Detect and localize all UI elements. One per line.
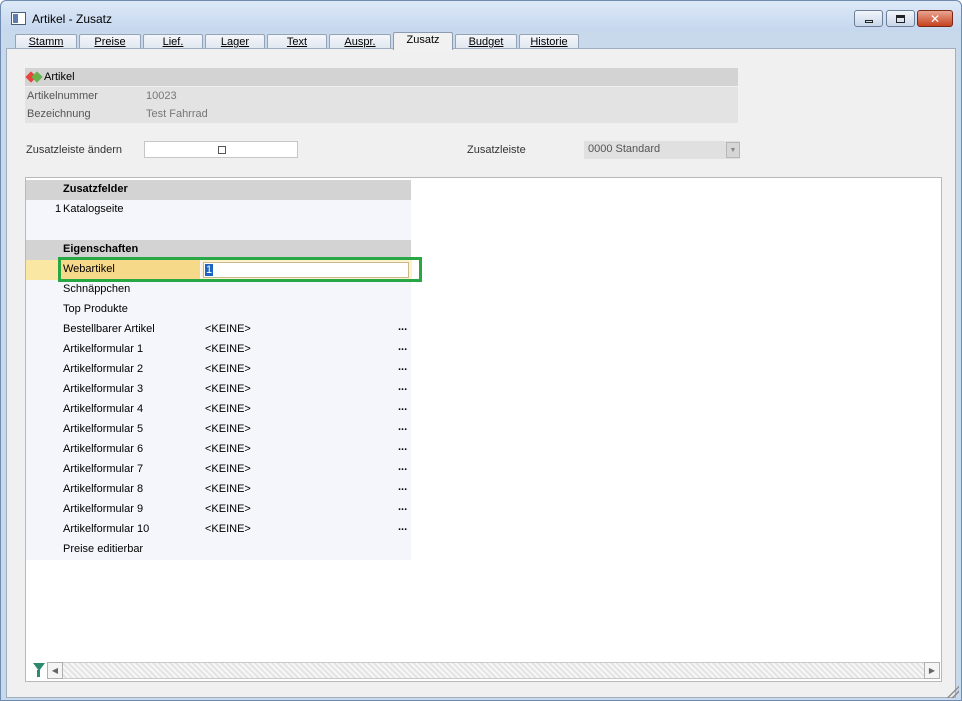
row-name: Katalogseite — [63, 203, 124, 215]
ellipsis-button[interactable]: ... — [398, 401, 407, 413]
grid-row[interactable]: Artikelformular 10 <KEINE> ... — [26, 520, 411, 540]
ellipsis-button[interactable]: ... — [398, 341, 407, 353]
zusatzleiste-aendern-checkbox[interactable] — [218, 146, 226, 154]
grid-row[interactable]: Artikelformular 8 <KEINE> ... — [26, 480, 411, 500]
grid-row[interactable]: Artikelformular 2 <KEINE> ... — [26, 360, 411, 380]
title-bar[interactable]: Artikel - Zusatz ✕ — [1, 1, 961, 31]
app-window: Artikel - Zusatz ✕ Stamm Preise Lief. La… — [0, 0, 962, 701]
zusatzleiste-value: 0000 Standard — [588, 143, 661, 155]
row-value: <KEINE> — [205, 503, 251, 515]
group-header-zusatzfelder[interactable]: Zusatzfelder — [26, 180, 411, 200]
resize-grip-icon[interactable] — [945, 684, 959, 698]
row-name: Artikelformular 7 — [63, 463, 144, 475]
horizontal-scrollbar[interactable]: ◀ ▶ — [47, 662, 940, 679]
close-button[interactable]: ✕ — [917, 10, 953, 27]
artikelnummer-label: Artikelnummer — [27, 90, 98, 102]
zusatzleiste-label: Zusatzleiste — [467, 144, 526, 156]
grid-row[interactable]: Artikelformular 4 <KEINE> ... — [26, 400, 411, 420]
row-value: <KEINE> — [205, 423, 251, 435]
row-name: Preise editierbar — [63, 543, 144, 555]
row-name: Top Produkte — [63, 303, 128, 315]
grid-row[interactable]: Preise editierbar — [26, 540, 411, 560]
row-name: Artikelformular 10 — [63, 523, 150, 535]
row-name: Artikelformular 9 — [63, 503, 144, 515]
row-value: <KEINE> — [205, 383, 251, 395]
ellipsis-button[interactable]: ... — [398, 361, 407, 373]
close-icon: ✕ — [929, 11, 941, 26]
row-value: <KEINE> — [205, 343, 251, 355]
grid-row[interactable]: Artikelformular 7 <KEINE> ... — [26, 460, 411, 480]
property-grid: Zusatzfelder 1 Katalogseite Eigenschafte… — [25, 177, 942, 682]
row-value: <KEINE> — [205, 443, 251, 455]
grid-row-selected[interactable]: Webartikel 1 — [26, 260, 412, 280]
grid-row[interactable]: Schnäppchen — [26, 280, 411, 300]
ellipsis-button[interactable]: ... — [398, 421, 407, 433]
dropdown-arrow-icon[interactable]: ▼ — [726, 142, 740, 158]
artikelnummer-row: Artikelnummer 10023 — [25, 87, 738, 105]
grid-row[interactable]: Artikelformular 6 <KEINE> ... — [26, 440, 411, 460]
row-name: Artikelformular 3 — [63, 383, 144, 395]
row-name: Artikelformular 1 — [63, 343, 144, 355]
row-name: Schnäppchen — [63, 283, 131, 295]
row-value: <KEINE> — [205, 523, 251, 535]
artikel-section-title: Artikel — [44, 71, 75, 83]
row-value: <KEINE> — [205, 463, 251, 475]
artikel-hearts-icon — [27, 71, 42, 84]
app-window-icon — [11, 12, 26, 25]
row-value: <KEINE> — [205, 323, 251, 335]
row-name: Artikelformular 6 — [63, 443, 144, 455]
selected-text: 1 — [205, 264, 214, 276]
artikelnummer-value: 10023 — [146, 90, 177, 102]
tab-content-zusatz: Artikel Artikelnummer 10023 Bezeichnung … — [6, 48, 956, 698]
row-value: <KEINE> — [205, 363, 251, 375]
grid-row[interactable]: Top Produkte — [26, 300, 411, 320]
artikel-section-header: Artikel — [25, 68, 738, 86]
row-name: Artikelformular 2 — [63, 363, 144, 375]
zusatzleiste-aendern-label: Zusatzleiste ändern — [26, 144, 122, 156]
filter-icon[interactable] — [33, 663, 45, 678]
ellipsis-button[interactable]: ... — [398, 441, 407, 453]
grid-row[interactable]: Artikelformular 3 <KEINE> ... — [26, 380, 411, 400]
group-title: Eigenschaften — [63, 243, 139, 255]
ellipsis-button[interactable]: ... — [398, 481, 407, 493]
minimize-icon — [864, 19, 873, 23]
group-header-eigenschaften[interactable]: Eigenschaften — [26, 240, 411, 260]
grid-row[interactable]: Artikelformular 9 <KEINE> ... — [26, 500, 411, 520]
grid-row[interactable]: Bestellbarer Artikel <KEINE> ... — [26, 320, 411, 340]
row-name: Bestellbarer Artikel — [63, 323, 155, 335]
group-title: Zusatzfelder — [63, 183, 128, 195]
row-number: 1 — [55, 203, 62, 215]
tab-bar: Stamm Preise Lief. Lager Text Auspr. Zus… — [6, 32, 956, 50]
scroll-left-icon[interactable]: ◀ — [47, 662, 63, 679]
bezeichnung-label: Bezeichnung — [27, 108, 91, 120]
row-name: Webartikel — [63, 263, 115, 275]
row-name: Artikelformular 5 — [63, 423, 144, 435]
maximize-button[interactable] — [886, 10, 915, 27]
ellipsis-button[interactable]: ... — [398, 461, 407, 473]
bezeichnung-row: Bezeichnung Test Fahrrad — [25, 105, 738, 123]
grid-row[interactable]: 1 Katalogseite — [26, 200, 411, 220]
zusatzleiste-select[interactable]: 0000 Standard ▼ — [584, 141, 740, 159]
row-value: <KEINE> — [205, 483, 251, 495]
window-title: Artikel - Zusatz — [32, 12, 113, 26]
maximize-icon — [896, 14, 905, 23]
row-name: Artikelformular 4 — [63, 403, 144, 415]
ellipsis-button[interactable]: ... — [398, 521, 407, 533]
row-selector — [26, 260, 59, 280]
scroll-right-icon[interactable]: ▶ — [924, 662, 940, 679]
ellipsis-button[interactable]: ... — [398, 381, 407, 393]
webartikel-value-input[interactable]: 1 — [203, 262, 409, 278]
row-value: <KEINE> — [205, 403, 251, 415]
tab-zusatz[interactable]: Zusatz — [393, 32, 453, 50]
ellipsis-button[interactable]: ... — [398, 321, 407, 333]
grid-row[interactable]: Artikelformular 1 <KEINE> ... — [26, 340, 411, 360]
minimize-button[interactable] — [854, 10, 883, 27]
grid-row[interactable]: Artikelformular 5 <KEINE> ... — [26, 420, 411, 440]
grid-row-empty — [26, 220, 411, 240]
row-name: Artikelformular 8 — [63, 483, 144, 495]
bezeichnung-value: Test Fahrrad — [146, 108, 208, 120]
zusatzleiste-aendern-field[interactable] — [144, 141, 298, 158]
ellipsis-button[interactable]: ... — [398, 501, 407, 513]
